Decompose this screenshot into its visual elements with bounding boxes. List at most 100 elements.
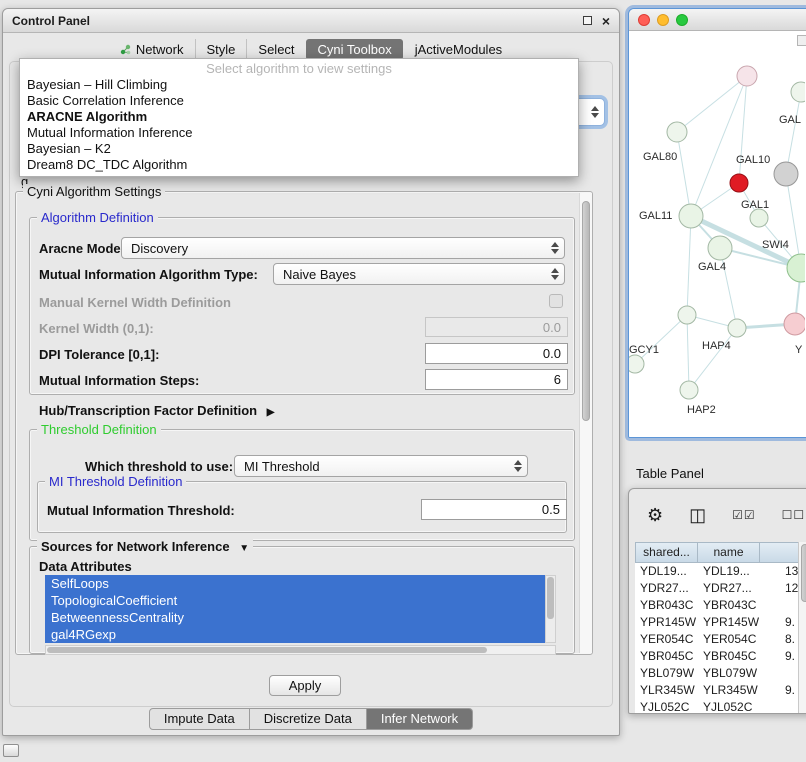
birdseye-toggle-icon[interactable] bbox=[797, 35, 806, 46]
network-node[interactable] bbox=[737, 66, 757, 86]
column-header[interactable]: shared... bbox=[636, 543, 698, 562]
zoom-traffic-light[interactable] bbox=[676, 14, 688, 26]
dpi-tolerance-input[interactable]: 0.0 bbox=[425, 343, 568, 364]
close-icon[interactable]: × bbox=[602, 16, 610, 26]
algorithm-option[interactable]: Bayesian – K2 bbox=[20, 141, 578, 157]
table-scrollbar-thumb[interactable] bbox=[801, 544, 806, 602]
table-cell: YBL079W bbox=[697, 665, 759, 682]
minimize-traffic-light[interactable] bbox=[657, 14, 669, 26]
node-label: GCY1 bbox=[629, 344, 659, 356]
table-cell: YBR045C bbox=[697, 648, 759, 665]
network-edge[interactable] bbox=[689, 328, 737, 390]
tab-cyni-toolbox[interactable]: Cyni Toolbox bbox=[306, 39, 403, 60]
data-attribute-item[interactable]: gal4RGexp bbox=[45, 626, 545, 643]
table-row[interactable]: YBL079WYBL079W bbox=[635, 665, 806, 682]
table-row[interactable]: YLR345WYLR345W9. bbox=[635, 682, 806, 699]
network-node[interactable] bbox=[629, 355, 644, 373]
network-edge[interactable] bbox=[677, 76, 747, 132]
network-edge[interactable] bbox=[687, 315, 689, 390]
table-row[interactable]: YDL19...YDL19...13 bbox=[635, 563, 806, 580]
table-row[interactable]: YBR045CYBR045C9. bbox=[635, 648, 806, 665]
hub-definition-toggle[interactable]: Hub/Transcription Factor Definition ▶ bbox=[39, 403, 274, 418]
cyni-settings-title: Cyni Algorithm Settings bbox=[23, 184, 165, 199]
tab-network[interactable]: Network bbox=[109, 39, 195, 60]
table-row[interactable]: YBR043CYBR043C bbox=[635, 597, 806, 614]
stepper-icon bbox=[514, 460, 522, 472]
sources-toggle[interactable]: Sources for Network Inference ▼ bbox=[37, 539, 253, 554]
apply-button[interactable]: Apply bbox=[269, 675, 341, 696]
algorithm-option[interactable]: Mutual Information Inference bbox=[20, 125, 578, 141]
table-cell: YJL052C bbox=[697, 699, 759, 714]
network-node[interactable] bbox=[791, 82, 805, 102]
table-cell: YER054C bbox=[635, 631, 697, 648]
tab-style[interactable]: Style bbox=[195, 39, 247, 60]
table-row[interactable]: YPR145WYPR145W9. bbox=[635, 614, 806, 631]
table-row[interactable]: YJL052CYJL052C bbox=[635, 699, 806, 714]
network-node[interactable] bbox=[680, 381, 698, 399]
attributes-hscrollbar-track[interactable] bbox=[45, 645, 556, 655]
gear-icon[interactable]: ⚙ bbox=[647, 506, 663, 524]
settings-scrollbar-thumb[interactable] bbox=[582, 201, 590, 421]
network-edge[interactable] bbox=[635, 315, 687, 364]
network-node[interactable] bbox=[750, 209, 768, 227]
table-scrollbar-track[interactable] bbox=[798, 542, 806, 714]
network-node[interactable] bbox=[774, 162, 798, 186]
data-attribute-item[interactable]: SelfLoops bbox=[45, 575, 545, 592]
attributes-hscrollbar-thumb[interactable] bbox=[47, 647, 487, 653]
dropdown-placeholder: Select algorithm to view settings bbox=[20, 60, 578, 77]
collapsed-panel-icon[interactable] bbox=[3, 744, 19, 757]
network-node[interactable] bbox=[678, 306, 696, 324]
network-node[interactable] bbox=[679, 204, 703, 228]
tab-jactivemodules[interactable]: jActiveModules bbox=[403, 39, 513, 60]
node-label: Y bbox=[795, 344, 803, 356]
network-edge[interactable] bbox=[677, 132, 691, 216]
network-node[interactable] bbox=[667, 122, 687, 142]
table-cell: YLR345W bbox=[635, 682, 697, 699]
bottom-tab-infer-network[interactable]: Infer Network bbox=[367, 708, 473, 730]
network-edge[interactable] bbox=[687, 216, 691, 315]
table-cell: YDR27... bbox=[635, 580, 697, 597]
which-threshold-select[interactable]: MI Threshold bbox=[234, 455, 528, 477]
algorithm-option[interactable]: ARACNE Algorithm bbox=[20, 109, 578, 125]
network-node[interactable] bbox=[730, 174, 748, 192]
network-canvas[interactable]: GAL80GAL10GAL1GAL11SWI4GAL4GCY1HAP4HAP2G… bbox=[629, 32, 806, 437]
column-header[interactable]: name bbox=[698, 543, 760, 562]
control-panel-tabs: NetworkStyleSelectCyni ToolboxjActiveMod… bbox=[3, 39, 619, 60]
deselect-all-icon[interactable]: ☐☐ bbox=[782, 506, 806, 524]
mi-algorithm-type-label: Mutual Information Algorithm Type: bbox=[39, 267, 258, 282]
network-node[interactable] bbox=[784, 313, 805, 335]
table-row[interactable]: YDR27...YDR27...12 bbox=[635, 580, 806, 597]
hub-definition-label: Hub/Transcription Factor Definition bbox=[39, 403, 257, 418]
tab-select[interactable]: Select bbox=[246, 39, 305, 60]
attributes-scrollbar-thumb[interactable] bbox=[547, 577, 554, 619]
select-all-icon[interactable]: ☑☑ bbox=[732, 506, 756, 524]
algorithm-option[interactable]: Bayesian – Hill Climbing bbox=[20, 77, 578, 93]
aracne-mode-select[interactable]: Discovery bbox=[121, 237, 565, 259]
bottom-tab-discretize-data[interactable]: Discretize Data bbox=[250, 708, 367, 730]
network-node[interactable] bbox=[708, 236, 732, 260]
data-attributes-list: SelfLoopsTopologicalCoefficientBetweenne… bbox=[45, 575, 545, 643]
close-traffic-light[interactable] bbox=[638, 14, 650, 26]
network-node[interactable] bbox=[728, 319, 746, 337]
data-attribute-item[interactable]: TopologicalCoefficient bbox=[45, 592, 545, 609]
bottom-tab-impute-data[interactable]: Impute Data bbox=[149, 708, 250, 730]
data-attribute-item[interactable]: BetweennessCentrality bbox=[45, 609, 545, 626]
mi-algorithm-type-select[interactable]: Naive Bayes bbox=[273, 263, 565, 285]
mi-threshold-input[interactable]: 0.5 bbox=[421, 499, 567, 520]
node-label: SWI4 bbox=[762, 239, 789, 251]
float-window-icon[interactable] bbox=[583, 16, 592, 25]
columns-icon[interactable]: ◫ bbox=[689, 506, 706, 524]
kernel-width-label: Kernel Width (0,1): bbox=[39, 321, 154, 336]
table-row[interactable]: YER054CYER054C8. bbox=[635, 631, 806, 648]
control-panel-titlebar[interactable]: Control Panel × bbox=[3, 9, 619, 33]
network-edge[interactable] bbox=[786, 92, 801, 174]
algorithm-option[interactable]: Dream8 DC_TDC Algorithm bbox=[20, 157, 578, 173]
algorithm-option[interactable]: Basic Correlation Inference bbox=[20, 93, 578, 109]
network-node[interactable] bbox=[787, 254, 805, 282]
settings-scrollbar-track[interactable] bbox=[579, 193, 592, 653]
network-edge[interactable] bbox=[691, 76, 747, 216]
mi-steps-input[interactable]: 6 bbox=[425, 369, 568, 390]
attributes-scrollbar-track[interactable] bbox=[545, 575, 556, 643]
network-window-titlebar[interactable] bbox=[629, 9, 806, 31]
dpi-tolerance-label: DPI Tolerance [0,1]: bbox=[39, 347, 159, 362]
